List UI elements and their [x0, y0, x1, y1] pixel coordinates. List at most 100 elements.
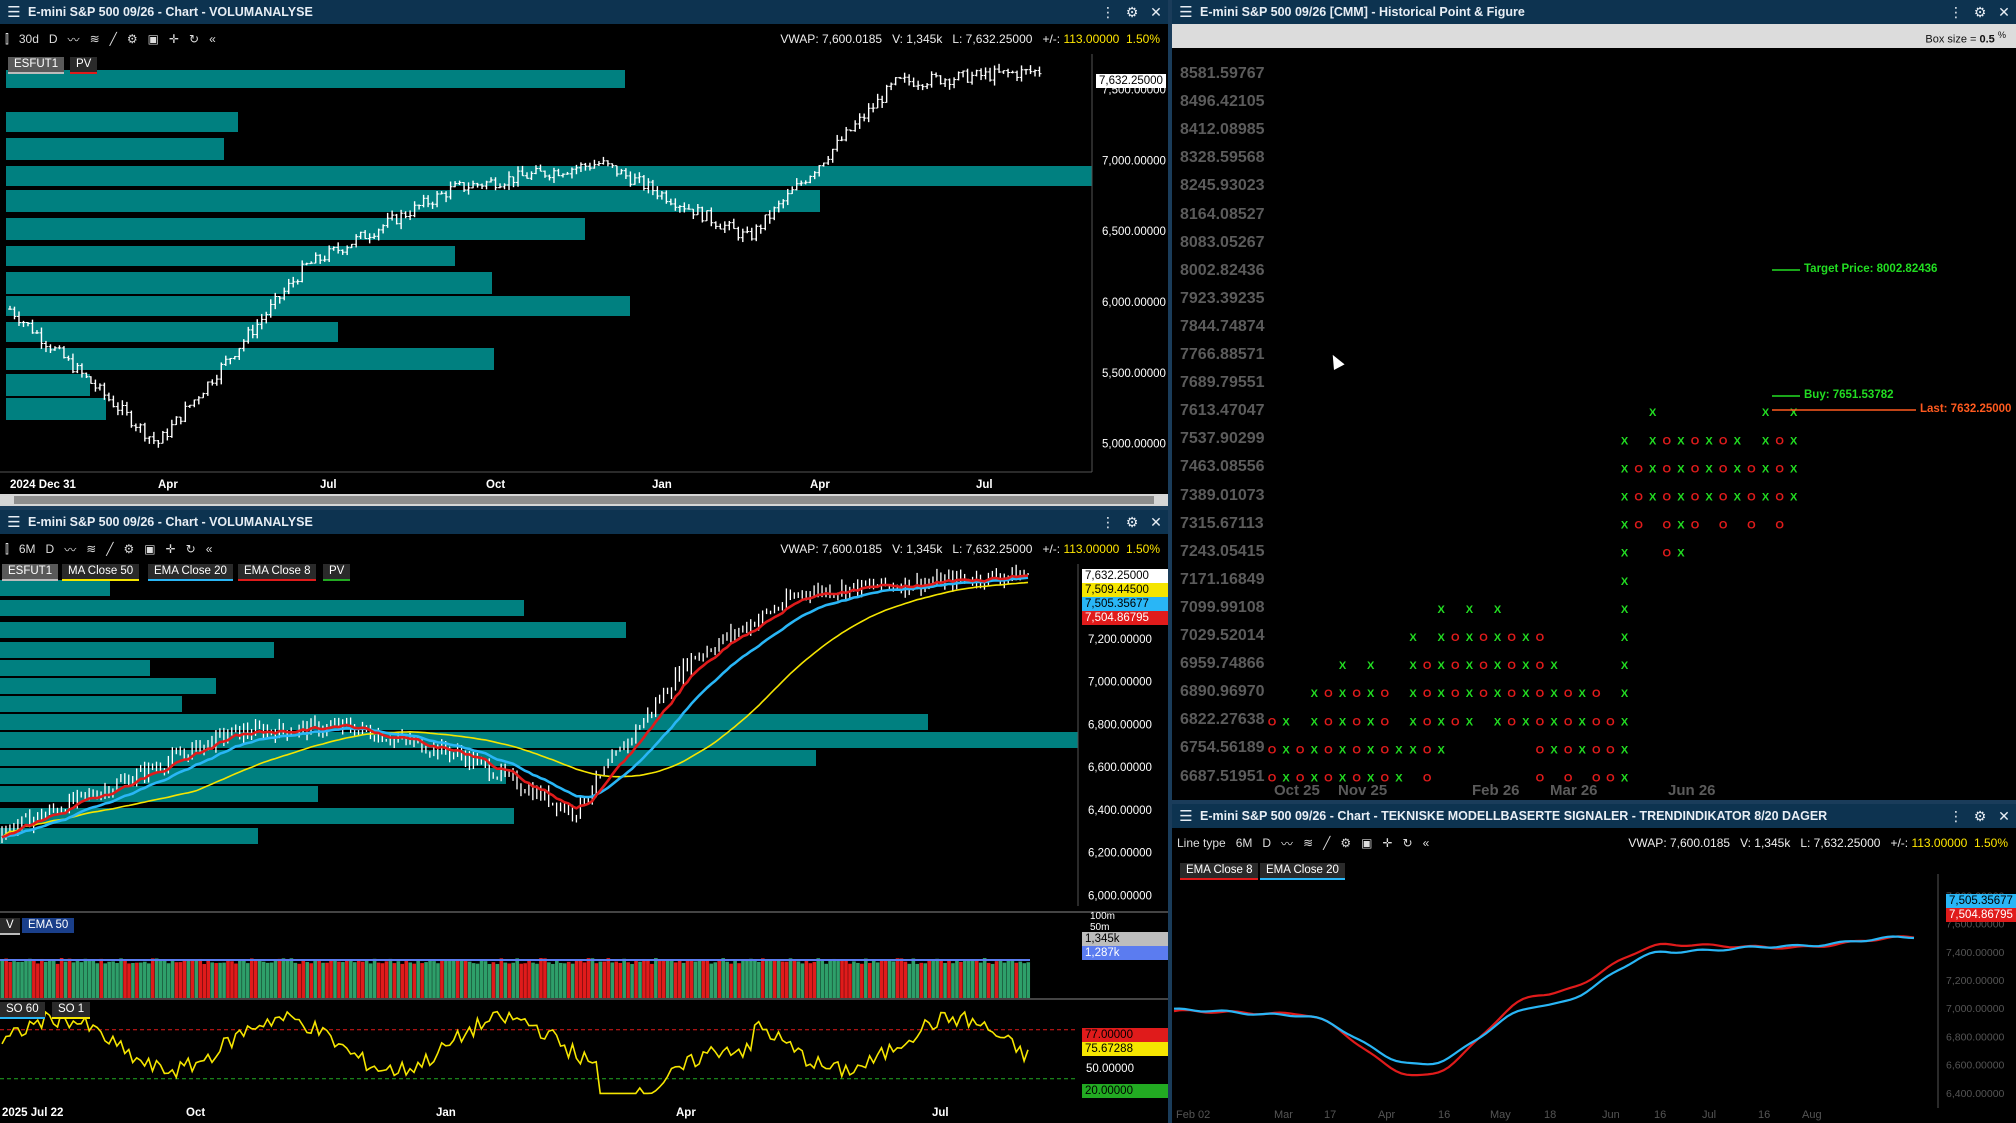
pf-x-mark: X — [1522, 716, 1530, 728]
volume-bar — [725, 961, 729, 998]
volume-bar — [40, 958, 44, 998]
pf-o-mark: O — [1691, 520, 1700, 532]
pf-o-mark: O — [1775, 492, 1784, 504]
symbol-tag[interactable]: ESFUT1 — [2, 564, 59, 581]
so60-tag[interactable]: SO 60 — [0, 1002, 45, 1019]
scrollbar-thumb[interactable] — [14, 496, 1154, 504]
volume-bar — [321, 962, 325, 998]
volume-profile-bar — [6, 218, 585, 240]
volume-bar — [305, 962, 310, 998]
volume-bar — [28, 958, 32, 998]
volume-bar — [800, 963, 805, 998]
y-tick-label: 6,800.00000 — [1946, 1031, 2005, 1043]
time-scrollbar[interactable] — [0, 494, 1168, 506]
volume-bar — [222, 962, 226, 998]
ma50-tag[interactable]: MA Close 50 — [62, 564, 140, 581]
volume-bar — [166, 963, 171, 998]
volume-bar — [844, 960, 848, 998]
volume-bar — [1002, 962, 1007, 998]
left-horizontal-splitter[interactable] — [0, 506, 1168, 510]
price-chart-area[interactable]: 7,400.000007,200.000007,000.000006,800.0… — [0, 510, 1168, 1123]
volume-bar — [483, 961, 488, 998]
pf-x-mark: X — [1395, 773, 1403, 785]
volume-bar — [832, 958, 836, 998]
volume-bar — [539, 958, 543, 998]
pf-o-mark: O — [1451, 660, 1460, 672]
pf-x-mark: X — [1367, 716, 1375, 728]
volume-bar — [36, 963, 40, 998]
pv-tag[interactable]: PV — [70, 57, 98, 74]
volume-bar — [705, 959, 710, 998]
pf-o-mark: O — [1324, 744, 1333, 756]
volume-ema-tag[interactable]: EMA 50 — [22, 918, 75, 933]
volume-bar — [919, 962, 924, 998]
x-tick-label: 2025 Jul 22 — [2, 1107, 63, 1119]
pf-o-mark: O — [1324, 773, 1333, 785]
price-chart-area[interactable]: 7,500.000007,000.000006,500.000006,000.0… — [0, 0, 1168, 506]
volume-bar — [115, 963, 119, 998]
pf-o-mark: O — [1451, 688, 1460, 700]
volume-profile-bar — [6, 272, 492, 294]
vertical-splitter[interactable] — [1168, 0, 1172, 1123]
volume-bar — [380, 963, 385, 998]
buy-price-label: Buy: 7651.53782 — [1804, 389, 1894, 401]
volume-bar — [388, 958, 393, 998]
volume-bar — [935, 958, 939, 998]
volume-bar — [939, 960, 943, 998]
x-tick-label: Jul — [1702, 1109, 1716, 1121]
volume-bar — [646, 959, 650, 998]
volume-bar — [661, 960, 666, 998]
ema20-tag[interactable]: EMA Close 20 — [1260, 863, 1345, 880]
volume-bar — [804, 959, 809, 998]
pf-x-mark: X — [1522, 660, 1530, 672]
volume-profile-bar — [0, 828, 258, 844]
right-horizontal-splitter[interactable] — [1172, 800, 2016, 804]
volume-bar — [158, 959, 163, 998]
y-tick-label: 6,600.00000 — [1088, 762, 1152, 774]
volume-tag[interactable]: V — [0, 918, 20, 935]
volume-bar — [1022, 963, 1027, 998]
pf-o-mark: O — [1268, 716, 1277, 728]
trend-indicator-panel: ☰ E-mini S&P 500 09/26 - Chart - TEKNISK… — [1172, 804, 2016, 1123]
volume-bar — [12, 961, 16, 998]
pf-x-mark: X — [1282, 716, 1290, 728]
volume-bar — [503, 962, 508, 998]
volume-profile-bar — [0, 642, 274, 658]
pf-o-mark: O — [1423, 773, 1432, 785]
volume-bar — [606, 958, 611, 998]
volume-bar — [329, 960, 333, 998]
pf-x-mark: X — [1367, 773, 1375, 785]
volume-bar — [618, 962, 622, 998]
volume-profile-bar — [0, 678, 216, 694]
pf-o-mark: O — [1479, 632, 1488, 644]
y-tick-label: 5,000.00000 — [1102, 439, 1166, 451]
volume-bar — [998, 959, 1003, 998]
pf-o-mark: O — [1536, 744, 1545, 756]
ema8-tag[interactable]: EMA Close 8 — [1180, 863, 1259, 880]
x-tick-label: 18 — [1544, 1109, 1556, 1121]
volume-bar — [325, 962, 329, 998]
symbol-tag[interactable]: ESFUT1 — [8, 57, 65, 74]
volume-bar — [931, 959, 935, 998]
so1-tag[interactable]: SO 1 — [52, 1002, 91, 1019]
volume-bar — [816, 958, 821, 998]
volume-bar — [285, 960, 290, 998]
pf-o-mark: O — [1479, 660, 1488, 672]
x-tick-label: Oct — [186, 1107, 205, 1119]
pf-o-mark: O — [1719, 435, 1728, 447]
pf-o-mark: O — [1775, 463, 1784, 475]
pf-o-mark: O — [1296, 773, 1305, 785]
volume-profile-bar — [0, 696, 182, 712]
pf-o-mark: O — [1663, 435, 1672, 447]
trend-chart-area[interactable]: 7,800.000007,600.000007,400.000007,200.0… — [1172, 804, 2016, 1123]
pf-x-mark: X — [1621, 576, 1629, 588]
ema8-tag[interactable]: EMA Close 8 — [238, 564, 317, 581]
pv-tag[interactable]: PV — [323, 564, 351, 581]
volume-bar — [527, 959, 531, 998]
pf-x-mark: X — [1550, 716, 1558, 728]
volume-bar — [943, 962, 947, 998]
volume-bar — [860, 963, 864, 998]
pf-o-mark: O — [1507, 632, 1516, 644]
pf-o-mark: O — [1536, 632, 1545, 644]
ema20-tag[interactable]: EMA Close 20 — [148, 564, 233, 581]
